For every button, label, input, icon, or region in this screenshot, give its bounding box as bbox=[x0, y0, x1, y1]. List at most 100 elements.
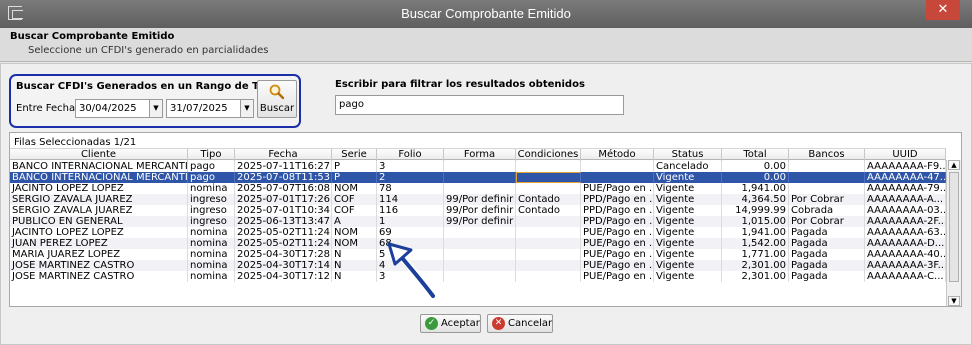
table-row[interactable]: PUBLICO EN GENERAL ingreso 2025-06-13T13:4… bbox=[10, 216, 946, 227]
table-row[interactable]: JUAN PEREZ LOPEZnomina2025-05-02T11:24:3… bbox=[10, 238, 946, 249]
cell-forma bbox=[444, 227, 516, 238]
cell-bancos: Pagada bbox=[789, 238, 865, 249]
cancel-button[interactable]: ✕ Cancelar bbox=[487, 314, 553, 333]
filter-input[interactable]: pago bbox=[335, 95, 624, 115]
cell-condiciones bbox=[516, 260, 581, 271]
cell-bancos bbox=[789, 161, 865, 172]
date-from-field[interactable]: 30/04/2025 ▼ bbox=[75, 99, 163, 118]
cell-tipo: nomina bbox=[188, 249, 235, 260]
cell-status: Cancelado bbox=[654, 161, 722, 172]
cell-bancos: Pagada bbox=[789, 260, 865, 271]
cell-metodo: PUE/Pago en ... bbox=[583, 249, 654, 260]
cell-fecha: 2025-04-30T17:14:54 bbox=[237, 260, 332, 271]
column-header-fecha[interactable]: Fecha bbox=[235, 149, 332, 161]
column-header-total[interactable]: Total bbox=[722, 149, 789, 161]
title-bar: Buscar Comprobante Emitido ✕ bbox=[0, 0, 972, 28]
date-to-field[interactable]: 31/07/2025 ▼ bbox=[166, 99, 254, 118]
cell-condiciones bbox=[516, 238, 581, 249]
results-table: Filas Seleccionadas 1/21 Cliente Tipo Fech… bbox=[9, 132, 962, 307]
cell-total: 4,364.50 bbox=[722, 194, 789, 205]
cell-fecha: 2025-06-13T13:47:54 bbox=[237, 216, 332, 227]
window-title: Buscar Comprobante Emitido bbox=[401, 6, 571, 21]
cell-cliente: JUAN PEREZ LOPEZ bbox=[10, 238, 188, 249]
header-title: Buscar Comprobante Emitido bbox=[10, 31, 175, 42]
cell-forma bbox=[444, 260, 516, 271]
cell-cliente: JACINTO LOPEZ LOPEZ bbox=[10, 183, 188, 194]
cell-bancos: Por Cobrar bbox=[789, 194, 865, 205]
table-row[interactable]: JOSE MARTINEZ CASTRO nomina 2025-04-30T17:… bbox=[10, 271, 946, 282]
cell-serie: COF bbox=[332, 205, 377, 216]
cell-uuid: AAAAAAAA-63... bbox=[867, 227, 946, 238]
column-header-status[interactable]: Status bbox=[654, 149, 722, 161]
check-circle-icon: ✓ bbox=[425, 317, 438, 330]
column-header-tipo[interactable]: Tipo bbox=[188, 149, 235, 161]
filter-label: Escribir para filtrar los resultados obt… bbox=[335, 79, 585, 90]
table-row[interactable]: SERGIO ZAVALA JUAREZ ingreso 2025-07-01T10… bbox=[10, 205, 946, 216]
close-icon[interactable]: ✕ bbox=[926, 0, 960, 20]
table-row[interactable]: JACINTO LOPEZ LOPEZ nomina 2025-07-07T16:0… bbox=[10, 183, 946, 194]
cell-forma bbox=[444, 238, 516, 249]
cell-fecha: 2025-04-30T17:12:52 bbox=[237, 271, 332, 282]
cell-metodo: PUE/Pago en ... bbox=[583, 260, 654, 271]
cell-condiciones bbox=[516, 172, 581, 183]
column-header-forma[interactable]: Forma bbox=[444, 149, 516, 161]
cell-metodo bbox=[581, 161, 654, 172]
cell-bancos: Cobrada bbox=[789, 205, 865, 216]
cell-cliente: SERGIO ZAVALA JUAREZ bbox=[10, 194, 188, 205]
column-header-bancos[interactable]: Bancos bbox=[789, 149, 865, 161]
accept-button[interactable]: ✓ Aceptar bbox=[420, 314, 481, 333]
column-header-metodo[interactable]: Método bbox=[581, 149, 654, 161]
cell-condiciones bbox=[516, 216, 581, 227]
vertical-scrollbar[interactable]: ▲ ▼ bbox=[946, 160, 961, 306]
cell-condiciones bbox=[516, 161, 581, 172]
cell-status: Vigente bbox=[654, 205, 722, 216]
scroll-down-icon[interactable]: ▼ bbox=[948, 296, 960, 306]
cell-status: Vigente bbox=[654, 172, 722, 183]
scroll-up-icon[interactable]: ▲ bbox=[948, 160, 960, 170]
cell-fecha: 2025-07-11T16:27:52 bbox=[237, 161, 332, 172]
date-range-group: Buscar CFDI's Generados en un Rango de T… bbox=[9, 74, 301, 128]
search-button[interactable]: Buscar bbox=[257, 80, 297, 118]
cell-forma bbox=[444, 249, 516, 260]
column-header-uuid[interactable]: UUID bbox=[865, 149, 946, 161]
cell-total: 1,941.00 bbox=[722, 183, 789, 194]
cell-uuid: AAAAAAAA-2F... bbox=[867, 216, 946, 227]
cell-forma bbox=[444, 271, 516, 282]
column-header-folio[interactable]: Folio bbox=[377, 149, 444, 161]
cell-metodo: PUE/Pago en ... bbox=[583, 183, 654, 194]
column-header-cliente[interactable]: Cliente bbox=[10, 149, 188, 161]
cell-uuid: AAAAAAAA-3F... bbox=[867, 260, 946, 271]
table-row[interactable]: BANCO INTERNACIONAL MERCANTIL pago 2025-07… bbox=[10, 172, 946, 183]
table-row[interactable]: MARIA JUAREZ LOPEZ nomina 2025-04-30T17:28… bbox=[10, 249, 946, 260]
chevron-down-icon[interactable]: ▼ bbox=[240, 100, 253, 117]
cell-uuid: AAAAAAAA-F9... bbox=[867, 161, 946, 172]
cell-serie: NOM bbox=[332, 227, 377, 238]
table-row[interactable]: SERGIO ZAVALA JUAREZ ingreso 2025-07-01T17… bbox=[10, 194, 946, 205]
cell-fecha: 2025-04-30T17:28:58 bbox=[237, 249, 332, 260]
cell-forma: 99/Por definir bbox=[444, 205, 516, 216]
date-range-label: Entre Fechas bbox=[16, 103, 81, 114]
date-range-title: Buscar CFDI's Generados en un Rango de T… bbox=[16, 81, 294, 92]
cell-folio: 2 bbox=[377, 172, 444, 183]
cell-fecha: 2025-07-07T16:08:43 bbox=[237, 183, 332, 194]
cell-uuid: AAAAAAAA-D... bbox=[867, 238, 946, 249]
cell-tipo: nomina bbox=[188, 271, 235, 282]
cell-uuid: AAAAAAAA-40... bbox=[867, 249, 946, 260]
cell-fecha: 2025-07-08T11:53:24 bbox=[237, 172, 332, 183]
cell-condiciones bbox=[516, 271, 581, 282]
cell-bancos bbox=[789, 183, 865, 194]
cell-status: Vigente bbox=[654, 194, 722, 205]
table-row[interactable]: JOSE MARTINEZ CASTRO nomina 2025-04-30T17:… bbox=[10, 260, 946, 271]
cell-condiciones: Contado bbox=[516, 205, 581, 216]
cancel-button-label: Cancelar bbox=[508, 318, 553, 329]
cell-tipo: pago bbox=[188, 172, 235, 183]
cell-forma bbox=[444, 161, 516, 172]
table-row[interactable]: JACINTO LOPEZ LOPEZ nomina 2025-05-02T11:2… bbox=[10, 227, 946, 238]
cell-bancos: Por Cobrar bbox=[789, 216, 865, 227]
column-header-condiciones[interactable]: Condiciones bbox=[516, 149, 581, 161]
scroll-thumb[interactable] bbox=[949, 172, 959, 282]
table-row[interactable]: BANCO INTERNACIONAL MERCANTIL pago 2025-07… bbox=[10, 161, 946, 172]
cell-metodo: PPD/Pago en ... bbox=[583, 216, 654, 227]
column-header-serie[interactable]: Serie bbox=[332, 149, 377, 161]
chevron-down-icon[interactable]: ▼ bbox=[149, 100, 162, 117]
